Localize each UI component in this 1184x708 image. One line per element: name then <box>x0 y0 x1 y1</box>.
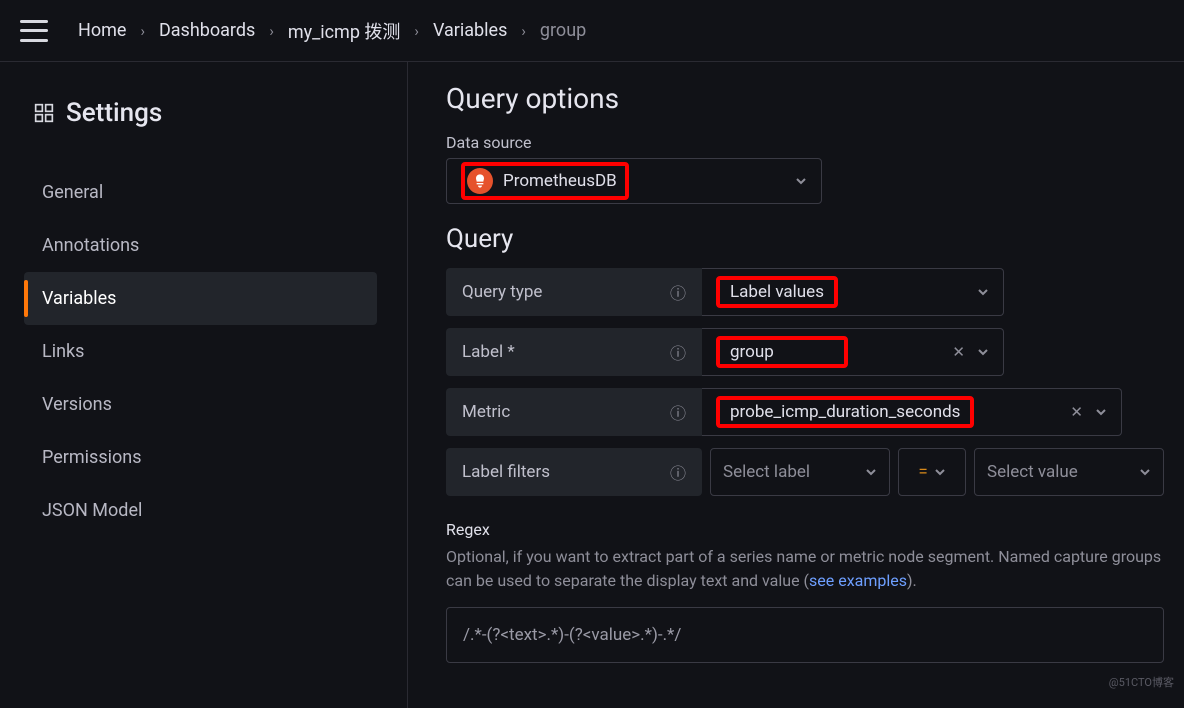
filter-label-select[interactable]: Select label <box>710 448 890 496</box>
settings-sidebar: Settings GeneralAnnotationsVariablesLink… <box>0 62 408 708</box>
chevron-right-icon: › <box>521 22 526 40</box>
highlight-box: group <box>716 336 848 368</box>
breadcrumb: Home › Dashboards › my_icmp 拨测 › Variabl… <box>78 18 586 44</box>
breadcrumb-variables[interactable]: Variables <box>433 20 507 41</box>
highlight-box: PrometheusDB <box>461 162 629 200</box>
settings-heading: Settings <box>34 98 407 128</box>
sidebar-item-general[interactable]: General <box>24 166 377 219</box>
regex-examples-link[interactable]: see examples <box>809 571 907 590</box>
regex-input[interactable]: /.*-(?<text>.*)-(?<value>.*)-.*/ <box>446 607 1164 663</box>
main-content: Query options Data source PrometheusDB Q… <box>408 62 1184 708</box>
info-icon[interactable]: ⓘ <box>670 460 686 484</box>
clear-icon[interactable]: ✕ <box>952 343 965 361</box>
label-select[interactable]: group ✕ <box>702 328 1004 376</box>
query-options-heading: Query options <box>446 82 1164 115</box>
chevron-down-icon <box>977 343 989 362</box>
info-icon[interactable]: ⓘ <box>670 340 686 364</box>
query-heading: Query <box>446 224 1164 254</box>
highlight-box: Label values <box>716 276 838 308</box>
regex-hint: Optional, if you want to extract part of… <box>446 545 1164 593</box>
regex-section: Regex Optional, if you want to extract p… <box>446 520 1164 663</box>
filter-value-select[interactable]: Select value <box>974 448 1164 496</box>
highlight-box: probe_icmp_duration_seconds <box>716 396 974 428</box>
chevron-down-icon <box>865 463 877 482</box>
query-type-row: Query type ⓘ Label values <box>446 268 1164 316</box>
prometheus-icon <box>467 168 493 194</box>
clear-icon[interactable]: ✕ <box>1070 403 1083 421</box>
sidebar-item-links[interactable]: Links <box>24 325 377 378</box>
chevron-right-icon: › <box>269 22 274 40</box>
metric-row: Metric ⓘ probe_icmp_duration_seconds ✕ <box>446 388 1164 436</box>
breadcrumb-dashboards[interactable]: Dashboards <box>159 20 255 41</box>
chevron-down-icon <box>1139 463 1151 482</box>
breadcrumb-current: group <box>540 20 586 41</box>
filter-operator-select[interactable]: = <box>898 448 966 496</box>
label-row: Label * ⓘ group ✕ <box>446 328 1164 376</box>
chevron-down-icon <box>1095 403 1107 422</box>
label-filters-row: Label filters ⓘ Select label = Select va… <box>446 448 1164 496</box>
chevron-down-icon <box>934 466 946 478</box>
settings-title: Settings <box>66 98 162 128</box>
label-filters-label: Label filters ⓘ <box>446 448 702 496</box>
label-field-label: Label * ⓘ <box>446 328 702 376</box>
chevron-right-icon: › <box>414 22 419 40</box>
data-source-label: Data source <box>446 133 1164 152</box>
topbar: Home › Dashboards › my_icmp 拨测 › Variabl… <box>0 0 1184 62</box>
chevron-right-icon: › <box>140 22 145 40</box>
breadcrumb-home[interactable]: Home <box>78 20 126 41</box>
query-type-label: Query type ⓘ <box>446 268 702 316</box>
sidebar-item-annotations[interactable]: Annotations <box>24 219 377 272</box>
metric-select[interactable]: probe_icmp_duration_seconds ✕ <box>702 388 1122 436</box>
breadcrumb-dashboard-name[interactable]: my_icmp 拨测 <box>288 18 401 44</box>
chevron-down-icon <box>977 283 989 302</box>
data-source-select[interactable]: PrometheusDB <box>446 158 822 204</box>
sidebar-item-variables[interactable]: Variables <box>24 272 377 325</box>
sidebar-item-permissions[interactable]: Permissions <box>24 431 377 484</box>
sidebar-item-json-model[interactable]: JSON Model <box>24 484 377 537</box>
metric-label: Metric ⓘ <box>446 388 702 436</box>
sidebar-item-versions[interactable]: Versions <box>24 378 377 431</box>
data-source-value: PrometheusDB <box>503 171 617 191</box>
menu-toggle-icon[interactable] <box>20 20 48 42</box>
regex-title: Regex <box>446 520 1164 539</box>
info-icon[interactable]: ⓘ <box>670 280 686 304</box>
apps-icon <box>34 103 54 123</box>
chevron-down-icon <box>795 172 807 191</box>
info-icon[interactable]: ⓘ <box>670 400 686 424</box>
watermark: @51CTO博客 <box>1109 674 1174 690</box>
query-type-select[interactable]: Label values <box>702 268 1004 316</box>
